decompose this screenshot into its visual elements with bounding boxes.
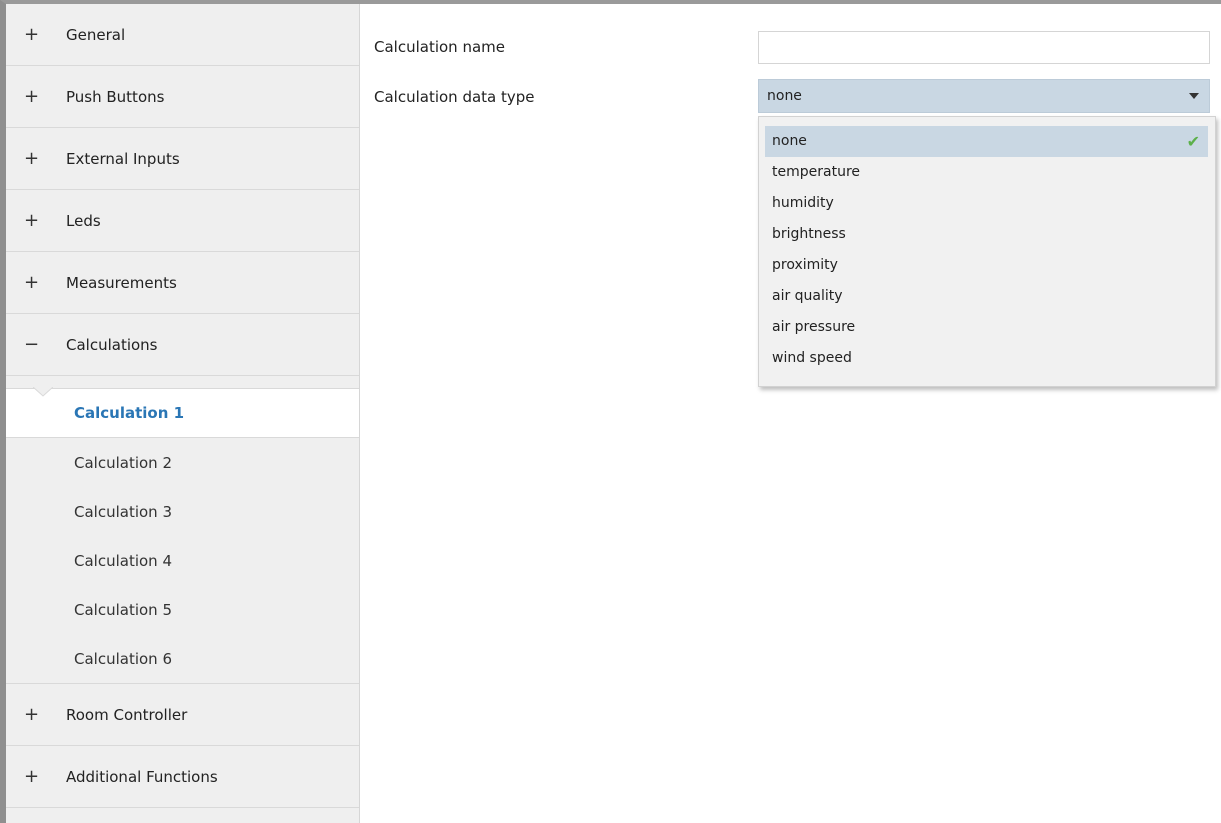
option-air-quality[interactable]: air quality xyxy=(765,281,1208,312)
sidebar-group-calculations[interactable]: − Calculations xyxy=(6,314,359,376)
sidebar-group-label: Measurements xyxy=(66,273,177,292)
calculation-data-type-label: Calculation data type xyxy=(374,88,535,106)
expand-icon: + xyxy=(24,272,40,293)
calculation-data-type-select[interactable]: none xyxy=(758,79,1210,113)
option-temperature[interactable]: temperature xyxy=(765,157,1208,188)
sidebar-group-label: Push Buttons xyxy=(66,87,165,106)
option-label: proximity xyxy=(772,257,838,273)
parameter-panel: Calculation name Calculation data type n… xyxy=(361,4,1221,823)
option-air-pressure[interactable]: air pressure xyxy=(765,312,1208,343)
collapse-icon: − xyxy=(24,334,40,355)
sidebar-item-calculation-2[interactable]: Calculation 2 xyxy=(6,438,359,487)
sidebar-item-calculation-1[interactable]: Calculation 1 xyxy=(6,388,359,438)
sidebar-group-measurements[interactable]: + Measurements xyxy=(6,252,359,314)
sidebar-item-calculation-4[interactable]: Calculation 4 xyxy=(6,536,359,585)
sidebar-group-label: General xyxy=(66,25,126,44)
option-label: wind speed xyxy=(772,350,852,366)
sidebar-group-room-controller[interactable]: + Room Controller xyxy=(6,684,359,746)
data-type-dropdown-list: none ✔ temperature humidity brightness p… xyxy=(758,116,1216,387)
calculation-name-input[interactable] xyxy=(758,31,1210,64)
sidebar-item-calculation-6[interactable]: Calculation 6 xyxy=(6,634,359,684)
sidebar-item-calculation-5[interactable]: Calculation 5 xyxy=(6,585,359,634)
expand-icon: + xyxy=(24,704,40,725)
sidebar-group-general[interactable]: + General xyxy=(6,4,359,66)
sidebar-group-additional-functions[interactable]: + Additional Functions xyxy=(6,746,359,808)
option-label: temperature xyxy=(772,164,860,180)
option-wind-speed[interactable]: wind speed xyxy=(765,343,1208,374)
sidebar-group-label: External Inputs xyxy=(66,149,180,168)
sidebar-group-label: Leds xyxy=(66,211,101,230)
expand-icon: + xyxy=(24,24,40,45)
expanded-pointer-icon xyxy=(33,387,53,397)
option-label: none xyxy=(772,133,807,149)
option-none[interactable]: none ✔ xyxy=(765,126,1208,157)
expand-icon: + xyxy=(24,86,40,107)
expand-icon: + xyxy=(24,766,40,787)
sidebar-group-label: Additional Functions xyxy=(66,767,218,786)
sidebar: + General + Push Buttons + External Inpu… xyxy=(6,4,360,823)
option-brightness[interactable]: brightness xyxy=(765,219,1208,250)
sidebar-group-label: Calculations xyxy=(66,335,158,354)
sidebar-item-calculation-3[interactable]: Calculation 3 xyxy=(6,487,359,536)
option-label: humidity xyxy=(772,195,834,211)
select-value: none xyxy=(767,88,802,104)
expand-icon: + xyxy=(24,210,40,231)
option-label: air quality xyxy=(772,288,843,304)
option-label: air pressure xyxy=(772,319,856,335)
sidebar-group-external-inputs[interactable]: + External Inputs xyxy=(6,128,359,190)
option-proximity[interactable]: proximity xyxy=(765,250,1208,281)
sidebar-group-label: Room Controller xyxy=(66,705,188,724)
sidebar-group-leds[interactable]: + Leds xyxy=(6,190,359,252)
calculation-name-label: Calculation name xyxy=(374,38,505,56)
option-label: brightness xyxy=(772,226,846,242)
option-humidity[interactable]: humidity xyxy=(765,188,1208,219)
check-icon: ✔ xyxy=(1186,132,1200,151)
expand-icon: + xyxy=(24,148,40,169)
caret-down-icon[interactable] xyxy=(1189,93,1199,99)
calculations-subitems: Calculation 1 Calculation 2 Calculation … xyxy=(6,387,359,684)
sidebar-group-push-buttons[interactable]: + Push Buttons xyxy=(6,66,359,128)
